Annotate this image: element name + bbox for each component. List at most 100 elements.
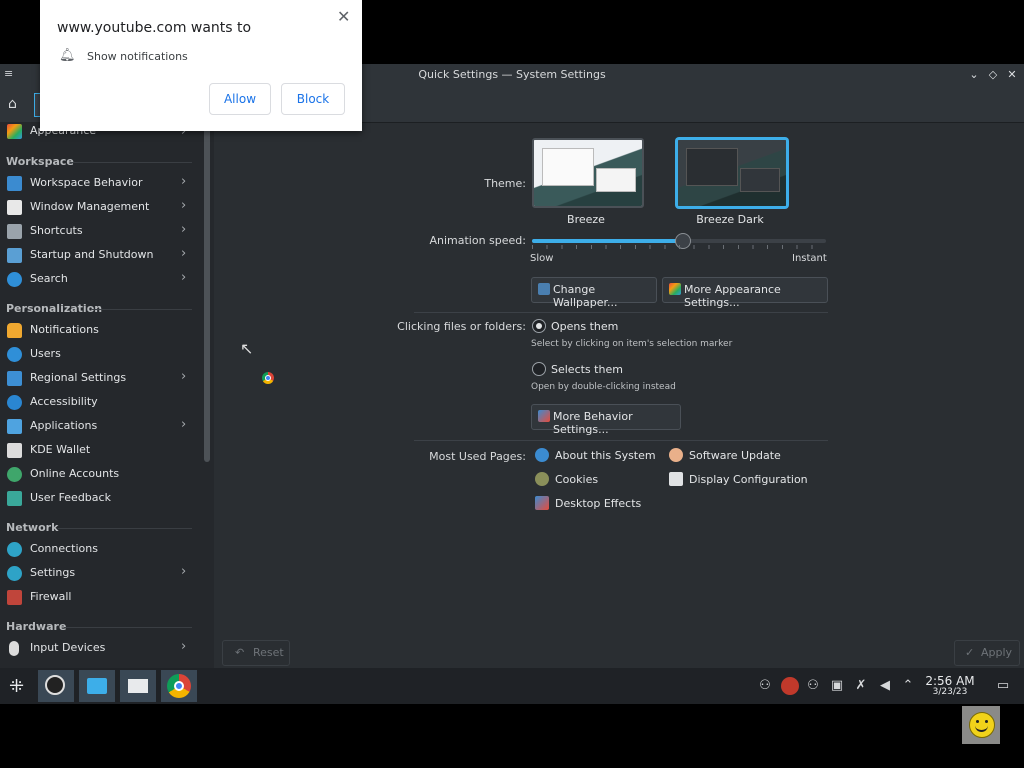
most-used-display-configuration[interactable]: Display Configuration bbox=[669, 471, 809, 489]
most-used-cookies[interactable]: Cookies bbox=[535, 471, 660, 489]
sidebar-item-window-management[interactable]: Window Management › bbox=[0, 196, 200, 218]
opens-them-radio[interactable] bbox=[532, 319, 546, 333]
sidebar-item-kde-wallet[interactable]: KDE Wallet bbox=[0, 439, 200, 461]
obs-studio-icon[interactable] bbox=[38, 670, 74, 702]
theme-breeze-thumbnail[interactable] bbox=[532, 138, 644, 208]
sidebar-item-label: Window Management bbox=[30, 200, 150, 213]
taskbar: ⁜ ⚇ ⚇ ▣ ✗ ◀ ⌃ 2:56 AM 3/23/23 ▭ bbox=[0, 668, 1024, 704]
behavior-icon bbox=[538, 410, 550, 422]
system-settings-window: ≡ Quick Settings — System Settings ⌄ ◇ ✕… bbox=[0, 64, 1024, 668]
breeze-preview-window bbox=[542, 148, 594, 186]
sidebar-item-user-feedback[interactable]: User Feedback bbox=[0, 487, 200, 509]
button-label: Apply bbox=[981, 646, 1013, 659]
clipboard-icon[interactable]: ▣ bbox=[829, 678, 845, 694]
instant-label: Instant bbox=[792, 253, 827, 264]
sidebar-item-online-accounts[interactable]: Online Accounts bbox=[0, 463, 200, 485]
slow-label: Slow bbox=[530, 253, 554, 264]
accessibility-icon bbox=[7, 395, 22, 410]
selects-them-radio[interactable] bbox=[532, 362, 546, 376]
software-update-icon bbox=[669, 448, 683, 462]
mouse-cursor-icon: ↖ bbox=[240, 339, 254, 358]
apply-button[interactable]: ✓ Apply bbox=[954, 640, 1020, 666]
sidebar-item-input-devices[interactable]: Input Devices › bbox=[0, 637, 200, 659]
sidebar-item-label: Online Accounts bbox=[30, 467, 120, 480]
sidebar-item-applications[interactable]: Applications › bbox=[0, 415, 200, 437]
google-chrome-icon[interactable] bbox=[161, 670, 197, 702]
folder-glyph bbox=[87, 678, 107, 694]
chevron-right-icon: › bbox=[181, 222, 187, 237]
close-icon[interactable]: ✕ bbox=[337, 7, 350, 26]
allow-button[interactable]: Allow bbox=[209, 83, 271, 115]
display-icon bbox=[669, 472, 683, 486]
popup-permission-text: Show notifications bbox=[87, 50, 188, 63]
sidebar-item-workspace-behavior[interactable]: Workspace Behavior › bbox=[0, 172, 200, 194]
workspace-behavior-icon bbox=[7, 176, 22, 191]
most-used-desktop-effects[interactable]: Desktop Effects bbox=[535, 495, 660, 513]
sidebar-item-connections[interactable]: Connections bbox=[0, 538, 200, 560]
regional-settings-icon bbox=[7, 371, 22, 386]
animation-speed-slider[interactable] bbox=[532, 233, 826, 249]
selects-them-label: Selects them bbox=[551, 363, 623, 376]
cookies-icon bbox=[535, 472, 549, 486]
sidebar-item-regional-settings[interactable]: Regional Settings › bbox=[0, 367, 200, 389]
sidebar-item-accessibility[interactable]: Accessibility bbox=[0, 391, 200, 413]
appearance-icon bbox=[669, 283, 681, 295]
theme-breeze-caption: Breeze bbox=[567, 213, 605, 226]
more-appearance-settings-button[interactable]: More Appearance Settings... bbox=[662, 277, 828, 309]
sidebar-item-label: Connections bbox=[30, 542, 98, 555]
sidebar-item-notifications[interactable]: Notifications bbox=[0, 319, 200, 341]
animation-speed-label: Animation speed: bbox=[429, 234, 526, 247]
chevron-right-icon: › bbox=[181, 639, 187, 654]
clock[interactable]: 2:56 AM 3/23/23 bbox=[922, 675, 978, 698]
volume-icon[interactable]: ◀ bbox=[877, 678, 893, 694]
sidebar-item-label: User Feedback bbox=[30, 491, 111, 504]
reset-button[interactable]: ↶ Reset bbox=[222, 640, 290, 666]
sidebar-item-firewall[interactable]: Firewall bbox=[0, 586, 200, 608]
system-settings-taskbar-icon[interactable] bbox=[120, 670, 156, 702]
theme-breeze-dark-thumbnail[interactable] bbox=[676, 138, 788, 208]
maximize-icon[interactable]: ◇ bbox=[985, 67, 1001, 83]
clock-date: 3/23/23 bbox=[932, 687, 968, 697]
bluetooth-off-icon[interactable]: ✗ bbox=[853, 678, 869, 694]
firewall-icon bbox=[7, 590, 22, 605]
button-label: Reset bbox=[253, 646, 284, 659]
user-switch-icon[interactable]: ⚇ bbox=[805, 678, 821, 694]
sidebar-item-startup-shutdown[interactable]: Startup and Shutdown › bbox=[0, 244, 200, 266]
chrome-small-icon bbox=[262, 372, 274, 384]
most-used-label: Most Used Pages: bbox=[429, 450, 526, 463]
minimize-icon[interactable]: ⌄ bbox=[966, 67, 982, 83]
sidebar-item-network-settings[interactable]: Settings › bbox=[0, 562, 200, 584]
sidebar-item-users[interactable]: Users bbox=[0, 343, 200, 365]
mouse-icon bbox=[9, 641, 19, 656]
most-used-label-text: Display Configuration bbox=[689, 473, 808, 486]
section-divider bbox=[414, 440, 828, 441]
chevron-right-icon: › bbox=[181, 417, 187, 432]
sidebar-scrollbar[interactable] bbox=[204, 128, 210, 462]
check-icon: ✓ bbox=[965, 646, 975, 659]
app-launcher-icon[interactable]: ⁜ bbox=[0, 670, 36, 702]
close-icon[interactable]: ✕ bbox=[1004, 67, 1020, 83]
network-icon bbox=[7, 542, 22, 557]
chevron-right-icon: › bbox=[181, 174, 187, 189]
section-divider bbox=[58, 528, 192, 529]
section-divider bbox=[64, 627, 192, 628]
breeze-dark-preview-dialog bbox=[740, 168, 780, 192]
chevron-right-icon: › bbox=[181, 564, 187, 579]
more-behavior-settings-button[interactable]: More Behavior Settings... bbox=[531, 404, 681, 436]
most-used-software-update[interactable]: Software Update bbox=[669, 447, 799, 465]
window-management-icon bbox=[7, 200, 22, 215]
network-settings-icon bbox=[7, 566, 22, 581]
block-button[interactable]: Block bbox=[281, 83, 345, 115]
change-wallpaper-button[interactable]: Change Wallpaper... bbox=[531, 277, 657, 309]
sidebar-item-search[interactable]: Search › bbox=[0, 268, 200, 290]
user-icon[interactable]: ⚇ bbox=[757, 678, 773, 694]
dolphin-file-manager-icon[interactable] bbox=[79, 670, 115, 702]
show-desktop-icon[interactable]: ▭ bbox=[995, 678, 1011, 694]
home-icon[interactable]: ⌂ bbox=[8, 96, 17, 112]
chevron-up-icon[interactable]: ⌃ bbox=[900, 678, 916, 694]
appearance-icon bbox=[7, 124, 22, 139]
breeze-preview-dialog bbox=[596, 168, 636, 192]
sidebar-item-shortcuts[interactable]: Shortcuts › bbox=[0, 220, 200, 242]
recording-icon[interactable] bbox=[781, 677, 799, 695]
most-used-about-system[interactable]: About this System bbox=[535, 447, 660, 465]
